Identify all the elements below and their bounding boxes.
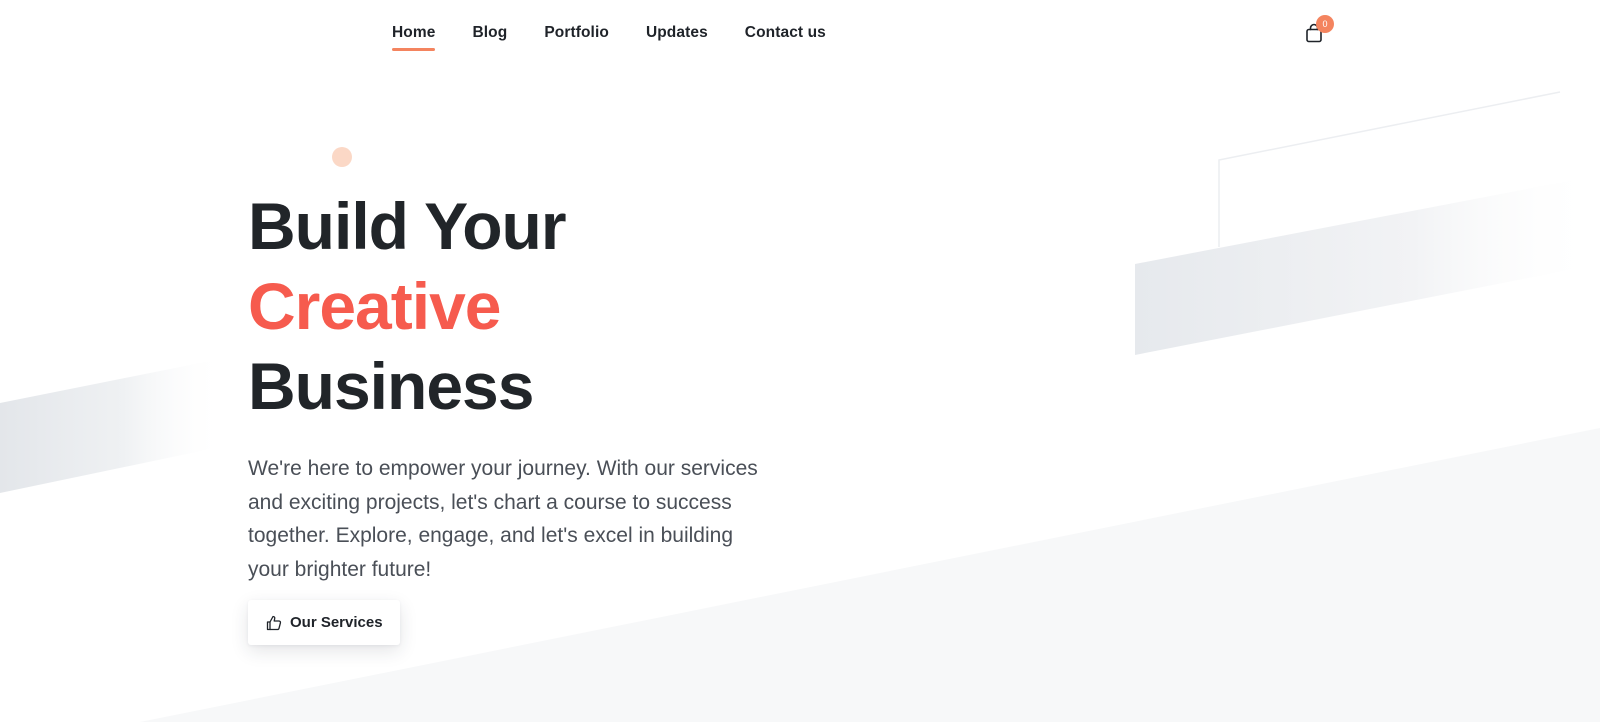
hero-description: We're here to empower your journey. With… bbox=[248, 457, 758, 581]
nav-menu: Home Blog Portfolio Updates Contact us bbox=[392, 22, 863, 51]
cart-button[interactable]: 0 bbox=[1302, 15, 1334, 46]
nav-item-blog[interactable]: Blog bbox=[472, 22, 507, 44]
our-services-button[interactable]: Our Services bbox=[248, 600, 400, 645]
right-band-shape bbox=[1135, 175, 1600, 355]
nav-link-updates[interactable]: Updates bbox=[646, 22, 708, 44]
nav-link-home[interactable]: Home bbox=[392, 22, 435, 44]
nav-item-portfolio[interactable]: Portfolio bbox=[544, 22, 609, 44]
left-band-shape bbox=[0, 358, 225, 493]
hero-section: Build Your Creative Business We're here … bbox=[248, 186, 808, 586]
hero-title-accent: Creative bbox=[248, 269, 502, 343]
decorative-dot bbox=[332, 147, 352, 167]
page: Home Blog Portfolio Updates Contact us 0 bbox=[0, 0, 1600, 722]
hero-title-line-3: Business bbox=[248, 349, 534, 423]
thumbs-up-icon bbox=[266, 615, 282, 630]
our-services-label: Our Services bbox=[290, 614, 383, 631]
cart-count-badge: 0 bbox=[1316, 15, 1334, 33]
hero-title-line-1: Build Your bbox=[248, 189, 567, 263]
nav-item-home[interactable]: Home bbox=[392, 22, 436, 51]
active-nav-underline bbox=[392, 48, 436, 51]
nav-link-portfolio[interactable]: Portfolio bbox=[544, 22, 609, 44]
nav-link-blog[interactable]: Blog bbox=[472, 22, 507, 44]
nav-item-contact[interactable]: Contact us bbox=[745, 22, 826, 44]
main-navbar: Home Blog Portfolio Updates Contact us 0 bbox=[0, 0, 1600, 66]
nav-link-contact[interactable]: Contact us bbox=[745, 22, 826, 44]
nav-item-updates[interactable]: Updates bbox=[646, 22, 708, 44]
hero-title: Build Your Creative Business bbox=[248, 186, 808, 426]
